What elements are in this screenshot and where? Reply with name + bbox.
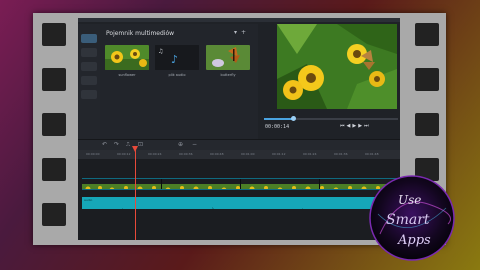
film-hole <box>42 68 66 91</box>
timeline-playhead[interactable] <box>132 146 138 240</box>
film-hole <box>42 203 66 226</box>
nav-item-text[interactable] <box>81 48 97 57</box>
timeline-toolbar: ↶ ↷ ⎍ ⊡ ⊕ − <box>78 140 400 150</box>
ruler-tick-label: 00:00:00 <box>86 152 100 156</box>
redo-icon[interactable]: ↷ <box>114 141 119 148</box>
media-item-label: plik audio <box>168 73 186 77</box>
nav-item-effects[interactable] <box>81 76 97 85</box>
title-bar <box>78 18 400 22</box>
clip-boundary[interactable] <box>161 179 162 189</box>
film-hole <box>415 68 439 91</box>
audio-track[interactable]: audio <box>82 197 398 209</box>
zoom-out-icon[interactable]: − <box>192 141 197 148</box>
butterfly-thumbnail <box>206 45 250 70</box>
skip-forward-icon[interactable]: ⏭ <box>364 123 371 129</box>
clip-boundary[interactable] <box>319 179 320 189</box>
film-hole <box>415 113 439 136</box>
video-preview[interactable] <box>277 24 397 109</box>
ruler-tick-label: 00:00:48 <box>210 152 224 156</box>
ruler-tick-label: 00:01:36 <box>334 152 348 156</box>
filter-icon[interactable]: ▾ <box>234 29 241 36</box>
svg-text:♪: ♪ <box>171 53 178 66</box>
nav-item-transitions[interactable] <box>81 62 97 71</box>
preview-frame <box>277 24 397 109</box>
audio-note-icon: ♫ ♪ <box>155 45 199 70</box>
ruler-tick-label: 00:00:24 <box>148 152 162 156</box>
crop-icon[interactable]: ⊡ <box>138 141 143 148</box>
nav-item-media[interactable] <box>81 34 97 43</box>
video-editor-window: Pojemnik multimediów ▾+ sunflower ♫ ♪ pl… <box>78 18 400 240</box>
side-navigation <box>78 24 100 139</box>
media-item-sunflower[interactable] <box>105 45 149 70</box>
svg-text:♫: ♫ <box>158 48 163 55</box>
media-library-panel: Pojemnik multimediów ▾+ sunflower ♫ ♪ pl… <box>100 24 258 139</box>
current-timecode: 00:00:14 <box>265 124 290 130</box>
playback-progress-bar[interactable] <box>264 116 398 121</box>
ruler-tick-label: 00:01:48 <box>365 152 379 156</box>
media-panel-header-icons: ▾+ <box>234 29 250 36</box>
ruler-tick-label: 00:01:00 <box>241 152 255 156</box>
sunflower-thumbnail <box>105 45 149 70</box>
undo-icon[interactable]: ↶ <box>102 141 107 148</box>
ruler-tick-label: 00:01:24 <box>303 152 317 156</box>
svg-text:Use: Use <box>398 193 421 207</box>
audio-track-label: audio <box>84 198 93 202</box>
media-panel-title: Pojemnik multimediów <box>106 30 175 37</box>
svg-text:Apps: Apps <box>397 233 431 248</box>
video-track[interactable] <box>82 178 398 190</box>
playhead-handle[interactable] <box>132 146 138 152</box>
progress-knob[interactable] <box>290 116 296 121</box>
playback-controls: ⏮◀▶▶⏭ <box>340 123 371 129</box>
ruler-tick-label: 00:00:12 <box>117 152 131 156</box>
film-hole <box>42 158 66 181</box>
ruler-tick-label: 00:00:36 <box>179 152 193 156</box>
progress-fill <box>264 118 294 120</box>
ruler-tick-label: 00:01:12 <box>272 152 286 156</box>
use-smart-apps-logo: Use Smart Apps <box>369 175 455 261</box>
film-hole <box>42 23 66 46</box>
film-hole <box>42 113 66 136</box>
svg-text:Smart: Smart <box>386 212 430 228</box>
media-item-audio[interactable]: ♫ ♪ <box>155 45 199 70</box>
film-perforations-left <box>37 13 69 245</box>
zoom-in-icon[interactable]: ⊕ <box>178 141 183 148</box>
clip-boundary[interactable] <box>240 179 241 189</box>
media-item-label: sunflower <box>118 73 136 77</box>
timeline-ruler[interactable]: 00:00:00 00:00:12 00:00:24 00:00:36 00:00:48… <box>78 150 400 159</box>
media-item-label: butterfly <box>220 73 236 77</box>
nav-item-filters[interactable] <box>81 90 97 99</box>
audio-waveform <box>122 207 383 209</box>
split-icon[interactable]: ⎍ <box>126 141 130 149</box>
film-hole <box>415 23 439 46</box>
timeline-tracks: audio <box>78 159 400 240</box>
plus-icon[interactable]: + <box>241 29 250 36</box>
media-item-butterfly[interactable] <box>206 45 250 70</box>
